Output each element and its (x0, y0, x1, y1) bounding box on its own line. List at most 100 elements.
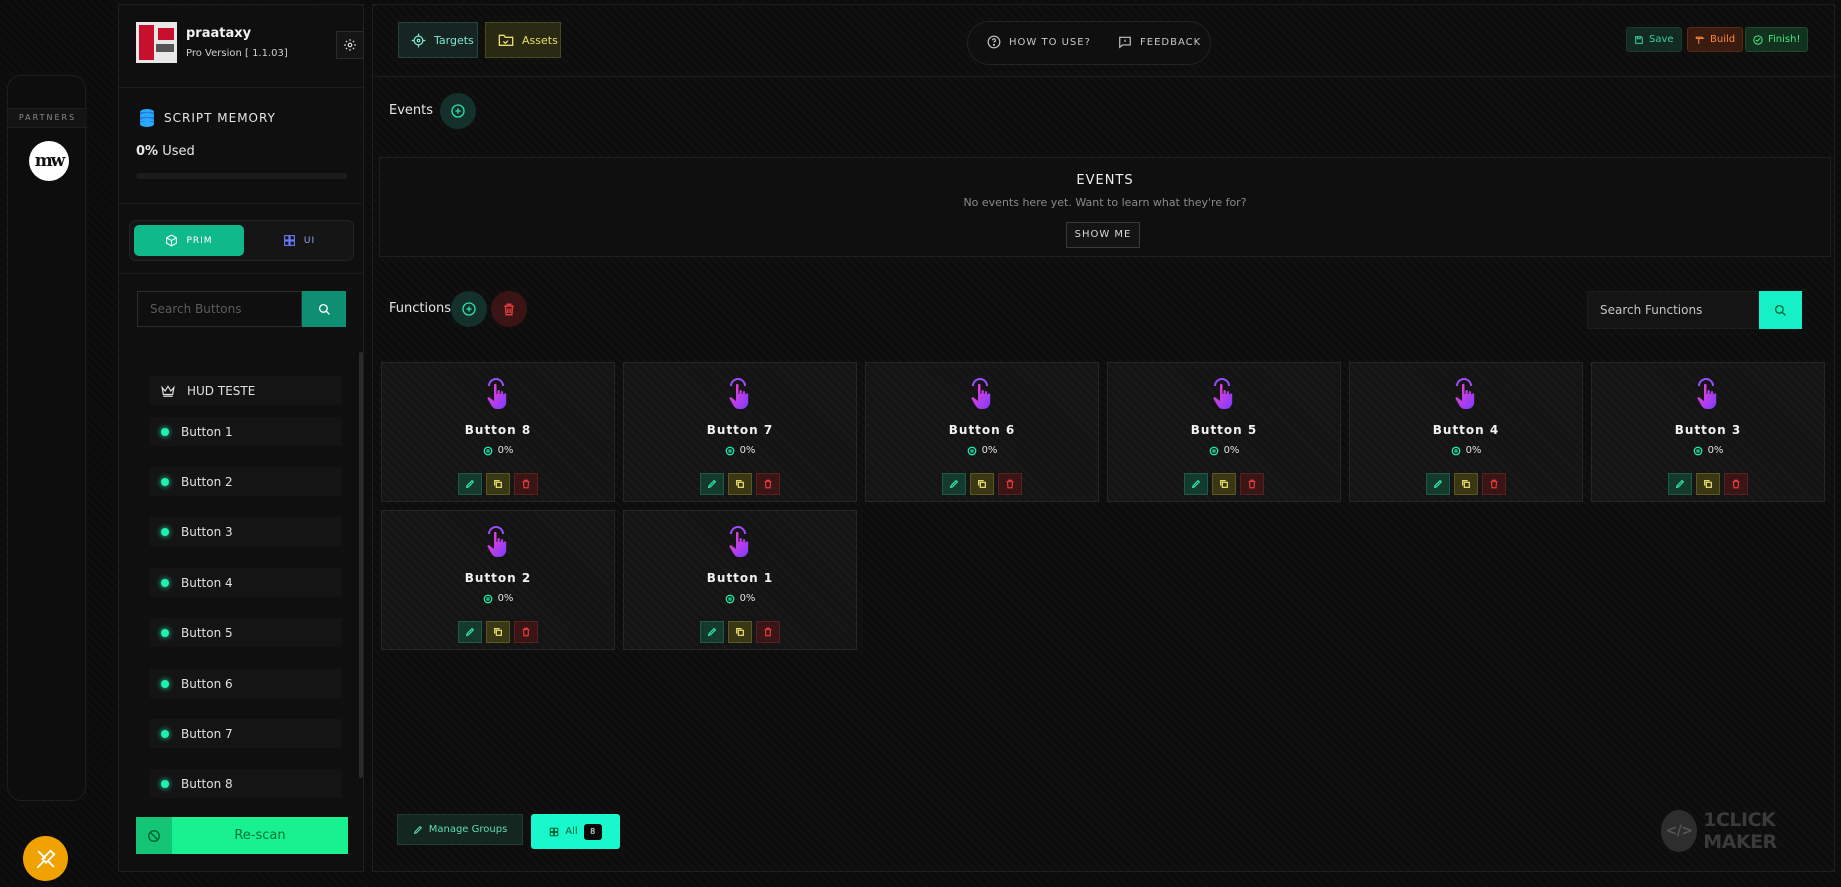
assets-button[interactable]: Assets (485, 22, 561, 58)
sidebar-item-label: Button 2 (181, 474, 233, 489)
tab-prim[interactable]: PRIM (134, 225, 244, 256)
edit-function-button[interactable] (458, 473, 482, 495)
sidebar-item-button-6[interactable]: Button 6 (150, 669, 342, 698)
delete-function-button[interactable] (756, 473, 780, 495)
search-icon (318, 303, 331, 316)
search-functions-submit[interactable] (1759, 291, 1802, 329)
function-card-name: Button 1 (706, 571, 774, 585)
sidebar-item-label: Button 4 (181, 575, 233, 590)
memory-usage-text: 0% Used (136, 144, 195, 159)
edit-function-button[interactable] (700, 473, 724, 495)
database-icon (1693, 446, 1703, 456)
function-card[interactable]: Button 6 0% (865, 362, 1099, 502)
sidebar-scrollbar[interactable] (359, 352, 363, 778)
function-card-percent: 0% (497, 593, 514, 604)
duplicate-function-button[interactable] (970, 473, 994, 495)
function-card-name: Button 2 (464, 571, 532, 585)
edit-function-button[interactable] (1668, 473, 1692, 495)
sidebar-item-hud-teste[interactable]: HUD TESTE (150, 376, 342, 405)
how-to-use-button[interactable]: HOW TO USE? (987, 35, 1091, 49)
show-me-button[interactable]: SHOW ME (1066, 222, 1140, 248)
help-feedback-group: HOW TO USE? FEEDBACK (967, 21, 1211, 65)
duplicate-function-button[interactable] (486, 621, 510, 643)
search-functions-input[interactable] (1587, 291, 1759, 329)
events-subtitle: No events here yet. Want to learn what t… (963, 196, 1247, 209)
build-button[interactable]: Build (1687, 27, 1744, 52)
database-icon (725, 594, 735, 604)
delete-function-button[interactable] (998, 473, 1022, 495)
all-count-badge: 8 (583, 823, 602, 840)
add-event-button[interactable] (440, 93, 476, 129)
targets-button[interactable]: Targets (398, 22, 478, 58)
duplicate-function-button[interactable] (1696, 473, 1720, 495)
duplicate-function-button[interactable] (1454, 473, 1478, 495)
help-icon (987, 35, 1001, 49)
finish-button[interactable]: Finish! (1745, 27, 1809, 52)
rescan-button[interactable]: Re-scan (136, 817, 348, 854)
duplicate-function-button[interactable] (728, 621, 752, 643)
edit-function-button[interactable] (942, 473, 966, 495)
add-function-button[interactable] (451, 291, 487, 327)
sidebar-item-button-3[interactable]: Button 3 (150, 517, 342, 546)
function-card[interactable]: Button 3 0% (1591, 362, 1825, 502)
avatar (136, 22, 177, 63)
duplicate-function-button[interactable] (1212, 473, 1236, 495)
search-buttons-input[interactable] (137, 291, 302, 327)
message-icon (1118, 35, 1132, 49)
search-buttons-submit[interactable] (302, 291, 346, 327)
sidebar-item-button-5[interactable]: Button 5 (150, 618, 342, 647)
database-icon (1209, 446, 1219, 456)
sidebar-item-button-8[interactable]: Button 8 (150, 769, 342, 798)
feedback-button[interactable]: FEEDBACK (1118, 35, 1201, 49)
sidebar-item-button-2[interactable]: Button 2 (150, 467, 342, 496)
manage-groups-button[interactable]: Manage Groups (397, 814, 523, 845)
edit-function-button[interactable] (1426, 473, 1450, 495)
edit-function-button[interactable] (1184, 473, 1208, 495)
function-card-percent: 0% (981, 445, 998, 456)
cube-icon (165, 234, 178, 247)
watermark-text: 1CLICK MAKER (1703, 809, 1777, 853)
all-group-filter[interactable]: All 8 (531, 814, 620, 849)
duplicate-function-button[interactable] (728, 473, 752, 495)
memory-percent: 0% (136, 144, 159, 159)
sidebar-item-button-7[interactable]: Button 7 (150, 719, 342, 748)
delete-function-button[interactable] (1482, 473, 1506, 495)
delete-function-button[interactable] (514, 473, 538, 495)
delete-functions-button[interactable] (491, 291, 527, 327)
settings-button[interactable] (336, 31, 364, 59)
check-circle-icon (1753, 34, 1763, 45)
database-icon (483, 446, 493, 456)
pointer-hand-icon (1209, 378, 1239, 410)
delete-function-button[interactable] (1240, 473, 1264, 495)
save-label: Save (1649, 34, 1674, 45)
tools-button[interactable] (23, 836, 68, 881)
function-card[interactable]: Button 1 0% (623, 510, 857, 650)
database-icon (139, 108, 155, 128)
tab-ui[interactable]: UI (248, 225, 350, 256)
feedback-label: FEEDBACK (1140, 36, 1202, 48)
function-card-name: Button 4 (1432, 423, 1500, 437)
top-toolbar: Targets Assets HOW TO USE? FEEDBACK Save… (373, 5, 1834, 77)
delete-function-button[interactable] (514, 621, 538, 643)
build-label: Build (1710, 34, 1736, 45)
edit-function-button[interactable] (458, 621, 482, 643)
sidebar-item-button-4[interactable]: Button 4 (150, 568, 342, 597)
function-card[interactable]: Button 2 0% (381, 510, 615, 650)
partner-logo[interactable]: mw (29, 141, 69, 181)
delete-function-button[interactable] (756, 621, 780, 643)
assets-label: Assets (522, 33, 558, 47)
function-card[interactable]: Button 5 0% (1107, 362, 1341, 502)
script-memory-title: SCRIPT MEMORY (139, 108, 276, 128)
function-card[interactable]: Button 7 0% (623, 362, 857, 502)
delete-function-button[interactable] (1724, 473, 1748, 495)
sidebar-item-button-1[interactable]: Button 1 (150, 417, 342, 446)
function-card-percent: 0% (739, 445, 756, 456)
function-card[interactable]: Button 8 0% (381, 362, 615, 502)
sidebar-item-label: Button 1 (181, 424, 233, 439)
duplicate-function-button[interactable] (486, 473, 510, 495)
partners-rail: PARTNERS mw (7, 75, 87, 801)
function-card[interactable]: Button 4 0% (1349, 362, 1583, 502)
edit-function-button[interactable] (700, 621, 724, 643)
plus-circle-icon (461, 301, 477, 317)
save-button[interactable]: Save (1626, 27, 1682, 52)
